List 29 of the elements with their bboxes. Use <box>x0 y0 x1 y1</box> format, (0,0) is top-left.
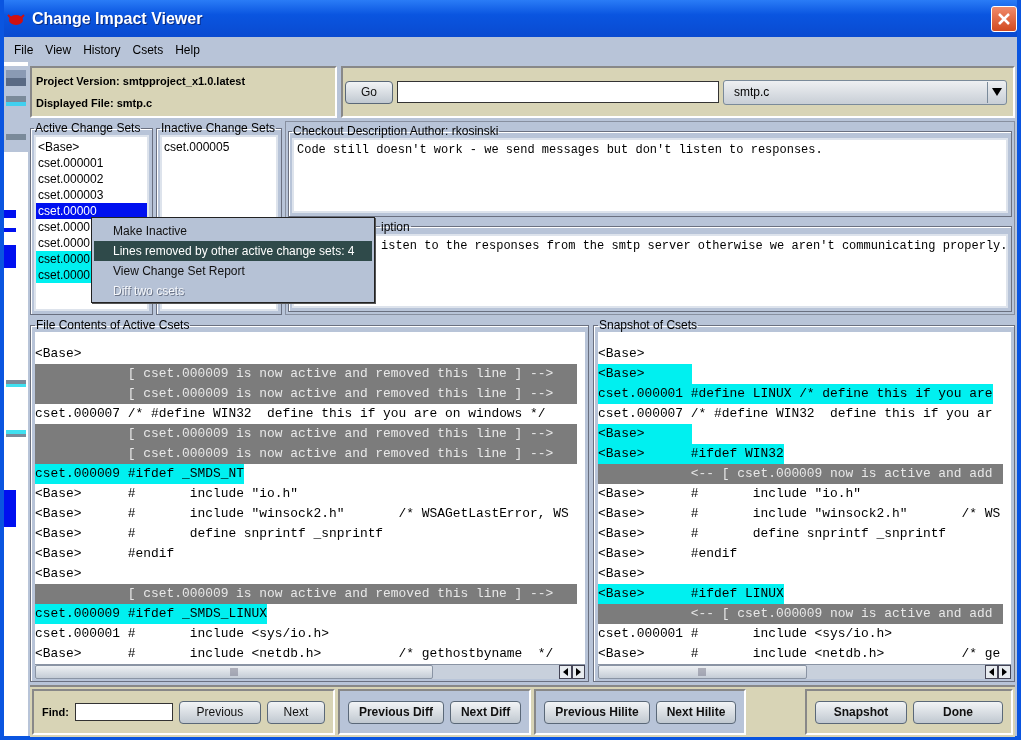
panel-title: Active Change Sets <box>34 121 142 135</box>
code-line: <Base> # include <netdb.h> /* gethostbyname */ <box>35 645 554 663</box>
code-line: cset.000007 /* #define WIN32 define this if you ar <box>598 405 993 423</box>
code-line: <Base> # include "winsock2.h" /* WS <box>598 505 1001 523</box>
panel-title: Snapshot of Csets <box>598 318 699 332</box>
description-text: Code still doesn't work - we send messages but don't listen to responses. <box>292 138 1008 213</box>
code-line: <Base> #endif <box>598 545 738 563</box>
code-line: <Base> <box>598 565 645 583</box>
panel-title: File Contents of Active Csets <box>35 318 191 332</box>
panel-title: Checkout Description Author: rkosinski <box>292 124 500 138</box>
code-line: <Base> <box>598 345 645 363</box>
code-line: cset.000007 /* #define WIN32 define this if you are on windows */ <box>35 405 546 423</box>
code-line: cset.000001 # include <sys/io.h> <box>35 625 329 643</box>
code-line: <Base> # include "io.h" <box>598 485 861 503</box>
code-line: <Base> # include "io.h" <box>35 485 298 503</box>
code-line: <Base> # define snprintf _snprintf <box>598 525 947 543</box>
code-line: <Base> # include <netdb.h> /* ge <box>598 645 1001 663</box>
code-line: <Base> # include "winsock2.h" /* WSAGetLastError, WS <box>35 505 569 523</box>
panel-title: iption <box>380 219 411 234</box>
window-title: Change Impact Viewer <box>32 9 203 28</box>
code-line: cset.000001 # include <sys/io.h> <box>598 625 892 643</box>
panel-title: Inactive Change Sets <box>160 121 277 135</box>
code-line: <Base> # define snprintf _snprintf <box>35 525 384 543</box>
project-version: Project Version: smtpproject_x1.0.latest <box>36 75 247 87</box>
find-label: Find: <box>42 706 69 718</box>
code-line: <Base> #endif <box>35 545 175 563</box>
displayed-file: Displayed File: smtp.c <box>36 97 154 109</box>
code-line: <Base> <box>35 565 82 583</box>
code-line: <Base> <box>35 345 82 363</box>
